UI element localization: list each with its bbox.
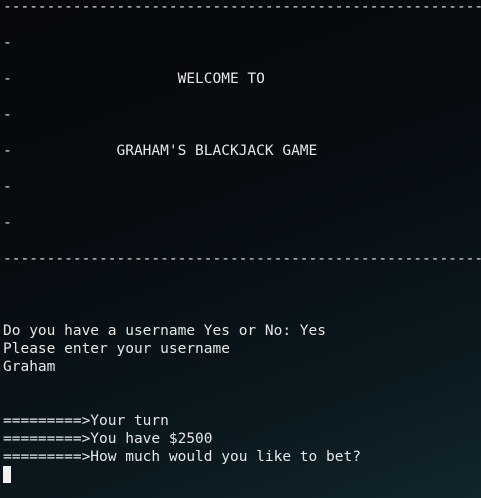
bet-prompt: =========>How much would you like to bet… xyxy=(3,449,361,465)
username-value: Graham xyxy=(3,359,56,375)
banner-welcome-row: - WELCOME TO - xyxy=(3,71,481,87)
input-cursor[interactable] xyxy=(3,466,11,483)
enter-username-prompt: Please enter your username xyxy=(3,341,230,357)
banner-bottom-border: ----------------------------------------… xyxy=(3,251,481,267)
banner-blank-row: - - xyxy=(3,35,481,51)
username-prompt: Do you have a username Yes or No: Yes xyxy=(3,323,327,339)
turn-line: =========>Your turn xyxy=(3,413,169,429)
banner-blank-row: - - xyxy=(3,215,481,231)
banner-blank-row: - - xyxy=(3,179,481,195)
terminal-window[interactable]: ----------------------------------------… xyxy=(0,0,481,498)
balance-line: =========>You have $2500 xyxy=(3,431,213,447)
banner-top-border: ----------------------------------------… xyxy=(3,0,481,15)
banner-blank-row: - - xyxy=(3,107,481,123)
banner-title-row: - GRAHAM'S BLACKJACK GAME - xyxy=(3,143,481,159)
